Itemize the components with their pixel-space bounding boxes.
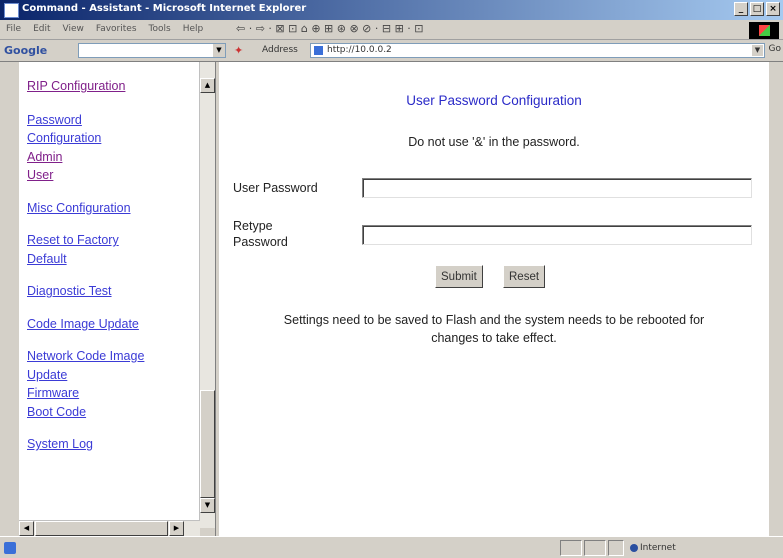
go-button[interactable]: Go [769,44,781,54]
user-password-input[interactable] [362,178,752,198]
nav-password[interactable]: Password [27,113,197,129]
address-label: Address [262,45,298,55]
ie-window-icon [4,3,19,18]
menu-file[interactable]: File [6,24,21,35]
nav-network-code-image[interactable]: Network Code Image [27,349,197,365]
nav-admin[interactable]: Admin [27,150,197,166]
scroll-thumb[interactable] [200,390,215,498]
scroll-right-icon[interactable]: ▶ [169,521,184,536]
reboot-notice-line1: Settings need to be saved to Flash and t… [283,313,705,327]
google-search-input[interactable]: ▼ [78,43,226,58]
nav-diagnostic-test[interactable]: Diagnostic Test [27,284,197,300]
nav-update[interactable]: Update [27,368,197,384]
retype-password-label: Retype Password [233,218,288,250]
retype-label-line2: Password [233,235,288,249]
password-note: Do not use '&' in the password. [408,135,580,149]
page-status-icon [4,542,16,554]
windows-logo [749,22,779,39]
menu-tools[interactable]: Tools [149,24,171,35]
nav-system-log[interactable]: System Log [27,437,197,453]
nav-code-image-update[interactable]: Code Image Update [27,317,197,333]
nav-vertical-scrollbar[interactable]: ▲ ▼ [199,62,215,528]
status-pane-2 [584,540,606,556]
scroll-down-icon[interactable]: ▼ [200,498,215,513]
nav-user[interactable]: User [27,168,197,184]
address-url: http://10.0.0.2 [327,45,392,55]
scroll-up-icon[interactable]: ▲ [200,78,215,93]
status-bar: Internet [0,536,783,558]
nav-rip-configuration[interactable]: RIP Configuration [27,79,197,95]
address-dropdown-icon[interactable]: ▼ [752,45,763,56]
navigation-frame: RIP Configuration Password Configuration… [19,62,199,528]
minimize-icon[interactable]: _ [734,2,748,16]
toolbar-buttons[interactable]: ⇦ · ⇨ · ⊠ ⊡ ⌂ ⊕ ⊞ ⊛ ⊗ ⊘ · ⊟ ⊞ · ⊡ [236,22,424,35]
close-icon[interactable]: × [766,2,780,16]
menu-view[interactable]: View [63,24,84,35]
menu-help[interactable]: Help [183,24,204,35]
nav-horizontal-scrollbar[interactable]: ◀ ▶ [19,520,200,536]
reboot-notice: Settings need to be saved to Flash and t… [229,311,759,347]
title-bar: Command - Assistant - Microsoft Internet… [0,0,783,20]
nav-configuration[interactable]: Configuration [27,131,197,147]
submit-button[interactable]: Submit [435,265,483,288]
address-input[interactable]: http://10.0.0.2 ▼ [310,43,765,58]
retype-label-line1: Retype [233,219,273,233]
nav-default[interactable]: Default [27,252,197,268]
toolbar: ⇦ · ⇨ · ⊠ ⊡ ⌂ ⊕ ⊞ ⊛ ⊗ ⊘ · ⊟ ⊞ · ⊡ [236,22,424,35]
address-bar: Google ▼ ✦ Address http://10.0.0.2 ▼ Go [0,40,783,62]
google-toolbar-label[interactable]: Google [4,44,47,57]
nav-misc-configuration[interactable]: Misc Configuration [27,201,197,217]
tools-icon[interactable]: ✦ [234,44,248,58]
reboot-notice-line2: changes to take effect. [431,331,557,345]
horizontal-scroll-thumb[interactable] [35,521,168,536]
internet-zone-icon [630,544,638,552]
nav-boot-code[interactable]: Boot Code [27,405,197,421]
window-controls: _ □ × [734,2,780,16]
nav-reset-to-factory[interactable]: Reset to Factory [27,233,197,249]
security-zone: Internet [640,543,676,553]
nav-firmware[interactable]: Firmware [27,386,197,402]
menu-edit[interactable]: Edit [33,24,50,35]
maximize-icon[interactable]: □ [750,2,764,16]
scroll-left-icon[interactable]: ◀ [19,521,34,536]
sidebar-nav: RIP Configuration Password Configuration… [27,62,197,453]
reset-button[interactable]: Reset [503,265,546,288]
page-title: User Password Configuration [406,93,582,108]
page-icon [314,46,323,55]
status-pane-1 [560,540,582,556]
window-title: Command - Assistant - Microsoft Internet… [22,3,307,14]
user-password-label: User Password [233,181,318,195]
content-frame: User Password Configuration Do not use '… [219,62,769,536]
status-pane-3 [608,540,624,556]
retype-password-input[interactable] [362,225,752,245]
chevron-down-icon[interactable]: ▼ [213,44,225,57]
menu-favorites[interactable]: Favorites [96,24,137,35]
